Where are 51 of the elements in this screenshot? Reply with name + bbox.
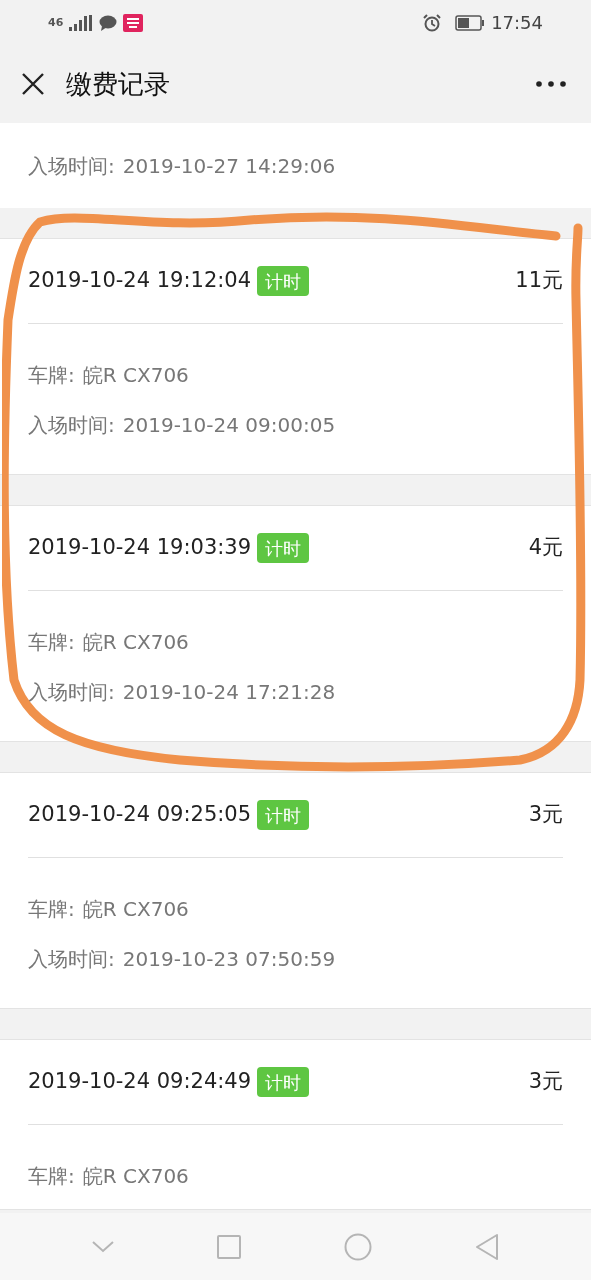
chevron-down-icon	[91, 1240, 114, 1253]
field-value: 皖R CX706	[82, 1163, 189, 1190]
payment-time: 2019-10-24 09:24:49	[28, 1068, 252, 1096]
record-card[interactable]: 2019-10-24 09:25:05 计时 3元 车牌: 皖R CX706 入场时间: 2019-10-23 07:50:59	[0, 772, 591, 1009]
field-label: 车牌:	[28, 896, 75, 923]
field-value: 2019-10-27 14:29:06	[122, 152, 336, 180]
chat-bubble-icon	[99, 14, 118, 31]
square-icon	[216, 1234, 241, 1259]
field-label: 车牌:	[28, 629, 75, 656]
more-icon	[536, 81, 566, 87]
home-button[interactable]	[344, 1232, 373, 1261]
record-card[interactable]: 2019-10-24 09:24:49 计时 3元 车牌: 皖R CX706	[0, 1039, 591, 1210]
field-label: 车牌:	[28, 1163, 75, 1190]
billing-type-tag: 计时	[257, 533, 310, 563]
alarm-icon	[423, 13, 442, 32]
close-icon	[21, 72, 45, 96]
circle-icon	[344, 1232, 373, 1261]
payment-time: 2019-10-24 19:03:39	[28, 534, 252, 562]
field-value: 皖R CX706	[82, 896, 189, 923]
payment-time: 2019-10-24 09:25:05	[28, 801, 252, 829]
amount: 11元	[515, 267, 563, 295]
field-label: 车牌:	[28, 362, 75, 389]
hide-navigation-button[interactable]	[91, 1240, 114, 1253]
billing-type-tag: 计时	[257, 800, 310, 830]
recent-apps-button[interactable]	[216, 1234, 241, 1259]
network-type: 46	[48, 17, 64, 28]
amount: 3元	[528, 1068, 563, 1096]
close-button[interactable]	[20, 71, 46, 97]
battery-icon	[455, 14, 486, 31]
field-label: 入场时间:	[28, 946, 115, 973]
field-value: 2019-10-24 09:00:05	[122, 412, 336, 439]
app-notification-icon	[123, 13, 144, 32]
billing-type-tag: 计时	[257, 1067, 310, 1097]
field-label: 入场时间:	[28, 412, 115, 439]
clock-time: 17:54	[491, 11, 543, 35]
field-label: 入场时间:	[28, 679, 115, 706]
amount: 3元	[528, 801, 563, 829]
amount: 4元	[528, 534, 563, 562]
signal-icon	[69, 14, 94, 31]
billing-type-tag: 计时	[257, 266, 310, 296]
record-card[interactable]: 2019-10-24 19:12:04 计时 11元 车牌: 皖R CX706 入场时间: 2019-10-24 09:00:05	[0, 238, 591, 475]
field-value: 2019-10-24 17:21:28	[122, 679, 336, 706]
field-value: 皖R CX706	[82, 362, 189, 389]
field-label: 入场时间:	[28, 152, 115, 180]
field-value: 皖R CX706	[82, 629, 189, 656]
triangle-back-icon	[475, 1232, 500, 1261]
payment-time: 2019-10-24 19:12:04	[28, 267, 252, 295]
page-title: 缴费记录	[66, 67, 170, 101]
record-card[interactable]: 2019-10-24 19:03:39 计时 4元 车牌: 皖R CX706 入场时间: 2019-10-24 17:21:28	[0, 505, 591, 742]
field-value: 2019-10-23 07:50:59	[122, 946, 336, 973]
back-button[interactable]	[475, 1232, 500, 1261]
